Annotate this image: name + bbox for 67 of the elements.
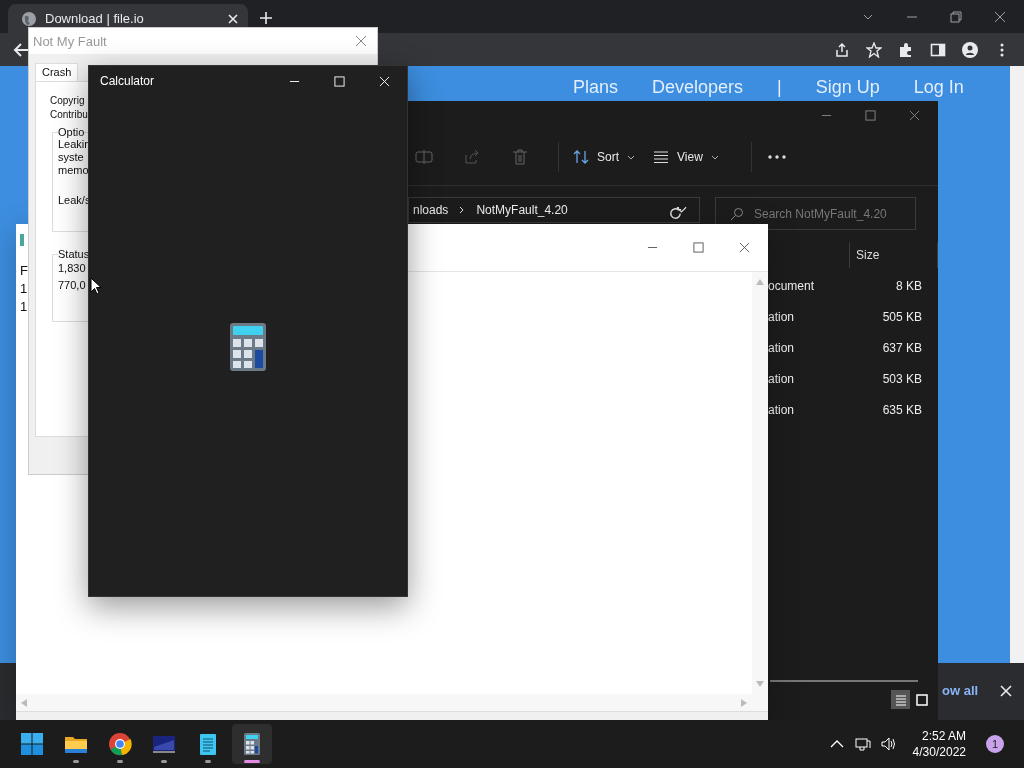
calculator-icon [230,323,266,371]
column-header[interactable]: Size [849,242,938,268]
mouse-cursor-icon [90,277,102,295]
table-cell: 503 KB [882,371,922,386]
address-bar[interactable]: nloads NotMyFault_4.20 [408,197,700,223]
window-title: Calculator [100,74,155,88]
globe-icon [21,10,37,27]
search-field[interactable]: Search NotMyFault_4.20 [715,197,916,230]
tab[interactable]: Crash [35,63,79,81]
scrollbar[interactable] [1010,66,1024,663]
breadcrumb-item[interactable]: NotMyFault_4.20 [476,203,568,217]
search-input[interactable]: Search NotMyFault_4.20 [754,206,914,221]
sort-icon [573,149,589,165]
browser-icon [108,732,132,756]
group-label: Status [58,248,90,260]
option-text: memo [58,164,89,177]
breadcrumb-item[interactable]: nloads [413,203,449,217]
square-icon [914,692,929,707]
more-icon[interactable] [767,155,786,159]
sort-button[interactable]: Sort [569,145,639,169]
window-text: 1 [20,280,29,298]
close-icon[interactable] [994,10,1006,23]
clock[interactable]: 2:52 AM 4/30/2022 [912,728,966,760]
list-icon [653,149,669,165]
puzzle-icon[interactable] [898,41,914,58]
list-icon [893,692,908,707]
app-icon [20,234,24,246]
volume-icon[interactable] [880,736,897,752]
tab-title: Download | file.io [45,11,145,26]
table-cell: ation [768,371,795,386]
window-text: 1 [20,298,29,316]
close-icon[interactable] [739,242,750,253]
calculator-taskbar-button[interactable] [232,724,272,764]
chevron-icon[interactable] [676,206,687,214]
restore-icon[interactable] [950,10,962,23]
search-icon [730,206,744,221]
show-all-link[interactable]: ow all [942,683,979,698]
chevron-icon [627,153,635,161]
table-cell: 635 KB [882,402,922,417]
status-value: 770,0 [58,278,86,293]
table-cell: ation [768,402,795,417]
share-icon[interactable] [834,41,850,58]
info-text: Copyrig [50,94,86,108]
group-label: Optio [58,126,85,138]
view-button[interactable]: View [649,145,723,169]
window-title: Not My Fault [33,33,107,49]
network-icon[interactable] [854,736,871,752]
table-cell: ocument [768,278,815,293]
side-panel-icon[interactable] [930,41,946,58]
table-cell: 8 KB [896,278,922,293]
notification-badge[interactable]: 1 [986,735,1004,753]
option-text: syste [58,151,84,164]
back-arrow-icon[interactable] [13,41,29,58]
refresh-icon[interactable] [668,206,683,221]
scrollbar[interactable] [770,680,918,682]
chevron-icon [710,153,719,161]
table-cell: ation [768,309,795,324]
new-tab-icon[interactable] [260,12,272,24]
star-icon[interactable] [866,41,882,58]
profile-icon[interactable] [962,41,978,58]
table-cell: ation [768,340,795,355]
table-cell: 637 KB [882,340,922,355]
status-value: 1,830 [58,261,86,276]
info-text: Contribu [50,108,89,122]
windows-logo-icon [20,732,44,756]
window-text: F [20,262,29,280]
table-cell: 505 KB [882,309,922,324]
